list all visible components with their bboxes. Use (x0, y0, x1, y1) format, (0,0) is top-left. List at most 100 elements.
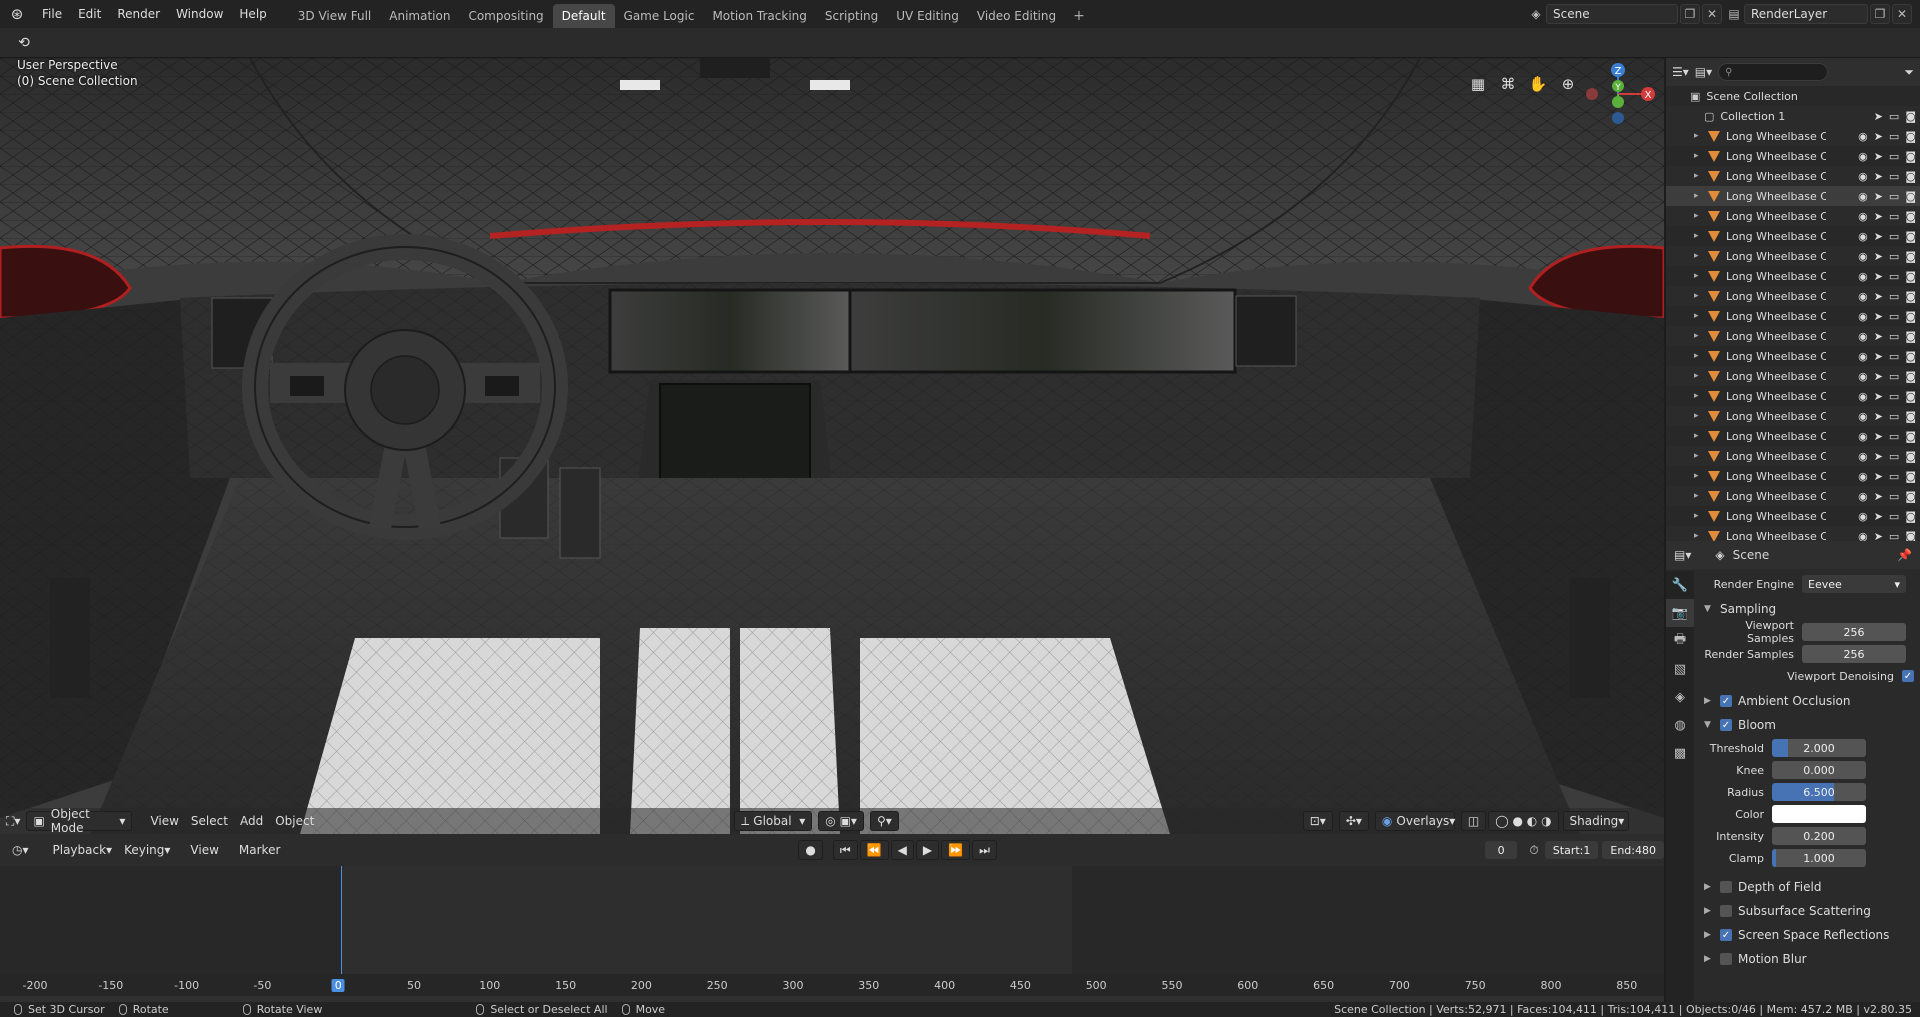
outliner-object-row[interactable]: ▸ Long Wheelbase Car ◉ ➤ ▭ ◙ (1666, 506, 1920, 526)
outliner-object-row[interactable]: ▸ Long Wheelbase Car ◉ ➤ ▭ ◙ (1666, 446, 1920, 466)
tab-compositing[interactable]: Compositing (459, 4, 552, 28)
zoom-icon[interactable]: ⊕ (1556, 72, 1580, 96)
select-toggle-icon[interactable]: ➤ (1874, 450, 1883, 463)
menu-help[interactable]: Help (231, 0, 274, 28)
outliner-object-row[interactable]: ▸ Long Wheelbase Car ◉ ➤ ▭ ◙ (1666, 406, 1920, 426)
expand-icon[interactable]: ▸ (1694, 331, 1704, 341)
expand-icon[interactable]: ▸ (1694, 451, 1704, 461)
expand-icon[interactable]: ▸ (1694, 391, 1704, 401)
tab-default[interactable]: Default (552, 4, 615, 28)
eye-icon[interactable]: ◉ (1858, 430, 1868, 443)
timeline-menu-view[interactable]: View (184, 840, 224, 860)
render-toggle-icon[interactable]: ◙ (1905, 390, 1916, 403)
subsurface-checkbox[interactable] (1720, 905, 1732, 917)
render-toggle-icon[interactable]: ◙ (1905, 290, 1916, 303)
tab-uv-editing[interactable]: UV Editing (887, 4, 968, 28)
outliner-object-row[interactable]: ▸ Long Wheelbase Car ◉ ➤ ▭ ◙ (1666, 266, 1920, 286)
viewport-toggle-icon[interactable]: ▭ (1889, 310, 1899, 323)
render-toggle-icon[interactable]: ◙ (1905, 210, 1916, 223)
select-toggle-icon[interactable]: ➤ (1874, 150, 1883, 163)
record-icon[interactable]: ● (798, 840, 823, 860)
render-layer-icon[interactable]: ▤ (1724, 4, 1744, 24)
render-toggle-icon[interactable]: ◙ (1905, 250, 1916, 263)
viewport-menu-add[interactable]: Add (234, 811, 269, 831)
render-toggle-icon[interactable]: ◙ (1905, 430, 1916, 443)
select-toggle-icon[interactable]: ➤ (1874, 490, 1883, 503)
viewport-toggle-icon[interactable]: ▭ (1889, 130, 1899, 143)
select-toggle-icon[interactable]: ➤ (1874, 170, 1883, 183)
render-toggle-icon[interactable]: ◙ (1905, 410, 1916, 423)
outliner-scene-collection[interactable]: ▣ Scene Collection (1666, 86, 1920, 106)
viewport-menu-object[interactable]: Object (269, 811, 320, 831)
jump-end-icon[interactable]: ⏭ (972, 840, 997, 860)
select-toggle-icon[interactable]: ➤ (1874, 530, 1883, 542)
render-toggle-icon[interactable]: ◙ (1905, 510, 1916, 523)
transform-tool-icon[interactable]: ⟲ (12, 32, 36, 54)
outliner-object-row[interactable]: ▸ Long Wheelbase Car ◉ ➤ ▭ ◙ (1666, 206, 1920, 226)
add-workspace-icon[interactable]: + (1065, 4, 1093, 28)
outliner-object-row[interactable]: ▸ Long Wheelbase Car ◉ ➤ ▭ ◙ (1666, 246, 1920, 266)
filter-icon[interactable]: ⏷ (1904, 65, 1914, 80)
render-samples-field[interactable]: 256 (1802, 645, 1906, 663)
viewport-menu-select[interactable]: Select (185, 811, 234, 831)
expand-icon[interactable]: ▸ (1694, 471, 1704, 481)
select-toggle-icon[interactable]: ➤ (1874, 310, 1883, 323)
render-toggle-icon[interactable]: ◙ (1905, 270, 1916, 283)
intensity-field[interactable]: 0.200 (1772, 827, 1866, 845)
render-toggle-icon[interactable]: ◙ (1905, 330, 1916, 343)
jump-keyframe-back-icon[interactable]: ⏪ (859, 840, 889, 860)
render-tab-icon[interactable]: 📷 (1666, 599, 1694, 627)
preview-range-icon[interactable]: ⏱ (1523, 840, 1544, 860)
eye-icon[interactable]: ◉ (1858, 450, 1868, 463)
expand-icon[interactable]: ▸ (1694, 231, 1704, 241)
viewport-toggle-icon[interactable]: ▭ (1889, 450, 1899, 463)
menu-edit[interactable]: Edit (70, 0, 109, 28)
viewport-toggle-icon[interactable]: ▭ (1889, 410, 1899, 423)
xray-toggle[interactable]: ◫ (1460, 811, 1487, 831)
viewport-toggle-icon[interactable]: ▭ (1889, 150, 1899, 163)
expand-icon[interactable]: ▸ (1694, 351, 1704, 361)
render-toggle-icon[interactable]: ◙ (1905, 450, 1916, 463)
select-toggle-icon[interactable]: ➤ (1874, 510, 1883, 523)
orientation-dropdown[interactable]: ⟂ Global ▾ (734, 811, 813, 831)
menu-render[interactable]: Render (109, 0, 168, 28)
eye-icon[interactable]: ◉ (1858, 170, 1868, 183)
viewport-denoising-checkbox[interactable]: ✓ (1902, 670, 1914, 682)
outliner-object-row[interactable]: ▸ Long Wheelbase Car ◉ ➤ ▭ ◙ (1666, 326, 1920, 346)
navigation-gizmo[interactable]: Z X Y (1580, 62, 1656, 126)
ambient-occlusion-checkbox[interactable]: ✓ (1720, 695, 1732, 707)
timeline-area[interactable]: -200 -150 -100 -50 0 50 100 150 200 250 300 350 400 4… (0, 866, 1664, 996)
outliner-object-row[interactable]: ▸ Long Wheelbase Car ◉ ➤ ▭ ◙ (1666, 466, 1920, 486)
eye-icon[interactable]: ◉ (1858, 270, 1868, 283)
duplicate-scene-icon[interactable]: ❐ (1680, 3, 1700, 24)
depth-of-field-section[interactable]: ▶ Depth of Field (1696, 875, 1918, 899)
expand-icon[interactable]: ▸ (1694, 311, 1704, 321)
expand-icon[interactable]: ▸ (1694, 271, 1704, 281)
outliner-object-row[interactable]: ▸ Long Wheelbase Car ◉ ➤ ▭ ◙ (1666, 166, 1920, 186)
eye-icon[interactable]: ◉ (1858, 150, 1868, 163)
viewport-toggle-icon[interactable]: ▭ (1889, 530, 1899, 542)
select-toggle-icon[interactable]: ➤ (1874, 410, 1883, 423)
subsurface-section[interactable]: ▶ Subsurface Scattering (1696, 899, 1918, 923)
viewport-toggle-icon[interactable]: ▭ (1889, 430, 1899, 443)
timeline-ruler[interactable]: -200 -150 -100 -50 0 50 100 150 200 250 300 350 400 4… (0, 974, 1664, 996)
expand-icon[interactable]: ▸ (1694, 431, 1704, 441)
eye-icon[interactable]: ◉ (1858, 230, 1868, 243)
render-toggle-icon[interactable]: ◙ (1905, 530, 1916, 542)
blender-logo-icon[interactable]: ⊛ (0, 0, 34, 28)
select-toggle-icon[interactable]: ➤ (1874, 190, 1883, 203)
jump-start-icon[interactable]: ⏮ (832, 840, 858, 860)
render-toggle-icon[interactable]: ◙ (1905, 170, 1916, 183)
render-toggle-icon[interactable]: ◙ (1905, 470, 1916, 483)
eye-icon[interactable]: ◉ (1858, 350, 1868, 363)
bloom-color-swatch[interactable] (1772, 805, 1866, 823)
select-toggle-icon[interactable]: ➤ (1874, 130, 1883, 143)
viewport-toggle-icon[interactable]: ▭ (1889, 270, 1899, 283)
tab-animation[interactable]: Animation (380, 4, 459, 28)
outliner-editor-icon[interactable]: ☰▾ (1672, 65, 1689, 79)
viewport-toggle-icon[interactable]: ▭ (1889, 470, 1899, 483)
close-layer-icon[interactable]: ✕ (1892, 3, 1912, 24)
timeline-menu-marker[interactable]: Marker (233, 840, 286, 860)
select-toggle-icon[interactable]: ➤ (1874, 330, 1883, 343)
pin-icon[interactable]: 📌 (1897, 548, 1912, 562)
